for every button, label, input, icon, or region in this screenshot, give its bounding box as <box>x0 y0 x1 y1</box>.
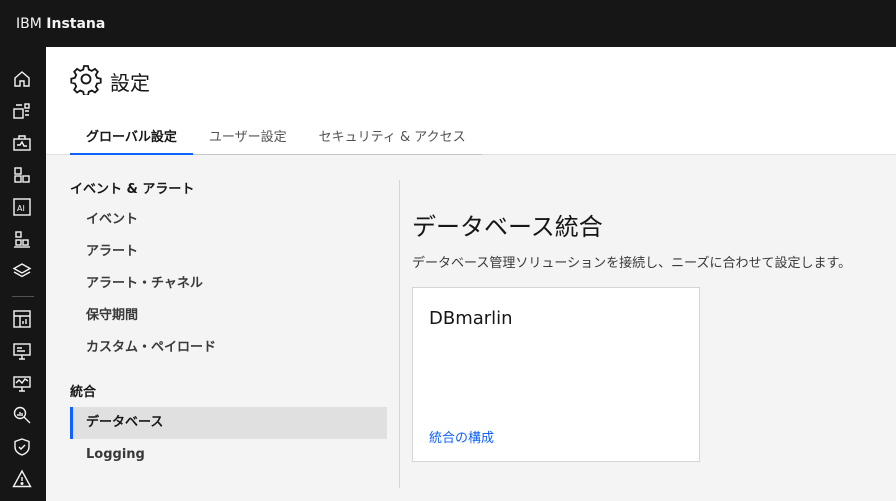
brand-product: Instana <box>46 15 106 32</box>
nav-heading-integrations: 統合 <box>70 385 97 400</box>
configure-integration-link[interactable]: 統合の構成 <box>429 427 494 446</box>
applications-icon[interactable] <box>11 100 33 122</box>
svg-text:AI: AI <box>17 204 25 213</box>
tab-user-settings[interactable]: ユーザー設定 <box>193 114 303 155</box>
tab-global-settings[interactable]: グローバル設定 <box>70 114 193 155</box>
content-description: データベース管理ソリューションを接続し、ニーズに合わせて設定します。 <box>412 256 852 271</box>
dashboard-icon[interactable] <box>11 308 33 330</box>
nav-item-alert-channels[interactable]: アラート・チャネル <box>70 268 387 300</box>
settings-tabs: グローバル設定 ユーザー設定 セキュリティ & アクセス <box>70 114 482 155</box>
analytics-icon[interactable] <box>11 404 33 426</box>
security-shield-icon[interactable] <box>11 436 33 458</box>
nav-item-database[interactable]: データベース <box>70 407 387 439</box>
rail-divider <box>12 296 34 297</box>
gear-icon <box>70 65 102 95</box>
nav-item-maintenance-windows[interactable]: 保守期間 <box>70 300 387 332</box>
nav-item-custom-payload[interactable]: カスタム・ペイロード <box>70 332 387 364</box>
synthetic-monitoring-icon[interactable] <box>11 372 33 394</box>
ai-icon[interactable]: AI <box>11 196 33 218</box>
content-title: データベース統合 <box>412 213 603 241</box>
infrastructure-icon[interactable] <box>11 132 33 154</box>
page-header: 設定 グローバル設定 ユーザー設定 セキュリティ & アクセス <box>46 47 896 155</box>
alert-warning-icon[interactable] <box>11 468 33 490</box>
services-icon[interactable] <box>11 164 33 186</box>
platforms-icon[interactable] <box>11 228 33 250</box>
brand-logo[interactable]: IBM Instana <box>16 16 105 32</box>
nav-heading-events-alerts: イベント & アラート <box>70 182 195 197</box>
layers-icon[interactable] <box>11 260 33 282</box>
home-icon[interactable] <box>11 68 33 90</box>
top-bar: IBM Instana <box>0 0 896 47</box>
content-divider <box>399 180 400 488</box>
nav-item-logging[interactable]: Logging <box>70 439 387 471</box>
side-rail: AI <box>0 47 46 501</box>
websites-icon[interactable] <box>11 340 33 362</box>
tile-title: DBmarlin <box>429 308 513 329</box>
nav-item-alerts[interactable]: アラート <box>70 236 387 268</box>
integration-tile-dbmarlin[interactable]: DBmarlin 統合の構成 <box>412 287 700 462</box>
page-title: 設定 <box>110 71 150 95</box>
tab-security-access[interactable]: セキュリティ & アクセス <box>303 114 482 155</box>
brand-ibm: IBM <box>16 15 42 32</box>
nav-item-events[interactable]: イベント <box>70 204 387 236</box>
